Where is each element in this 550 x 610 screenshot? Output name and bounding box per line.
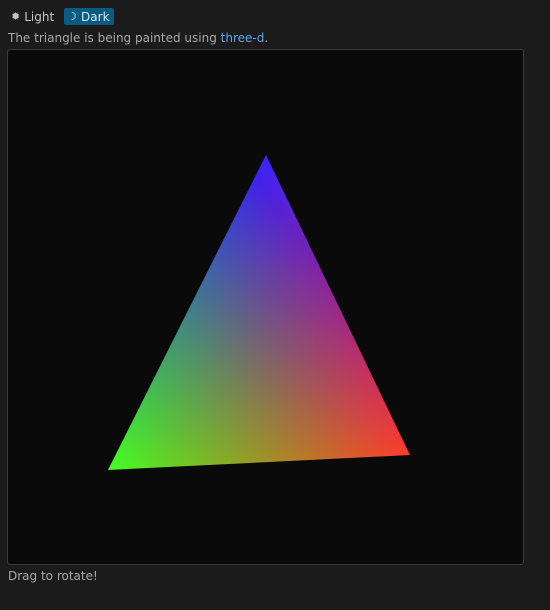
- rgb-triangle: [108, 155, 410, 470]
- sun-icon: ✹: [11, 10, 21, 23]
- light-theme-label: Light: [24, 9, 55, 24]
- render-canvas[interactable]: [7, 49, 524, 565]
- three-d-link[interactable]: three-d: [221, 31, 265, 45]
- triangle-scene: [108, 155, 410, 470]
- dark-theme-label: Dark: [81, 9, 110, 24]
- dark-theme-button[interactable]: ☽ Dark: [64, 8, 114, 25]
- description-suffix: .: [264, 31, 269, 45]
- moon-icon: ☽: [67, 10, 78, 23]
- theme-switcher: ✹ Light ☽ Dark: [8, 8, 114, 25]
- description-prefix: The triangle is being painted using: [8, 31, 221, 45]
- light-theme-button[interactable]: ✹ Light: [8, 8, 58, 25]
- description-text: The triangle is being painted using thre…: [8, 30, 268, 46]
- rotate-hint: Drag to rotate!: [8, 569, 98, 583]
